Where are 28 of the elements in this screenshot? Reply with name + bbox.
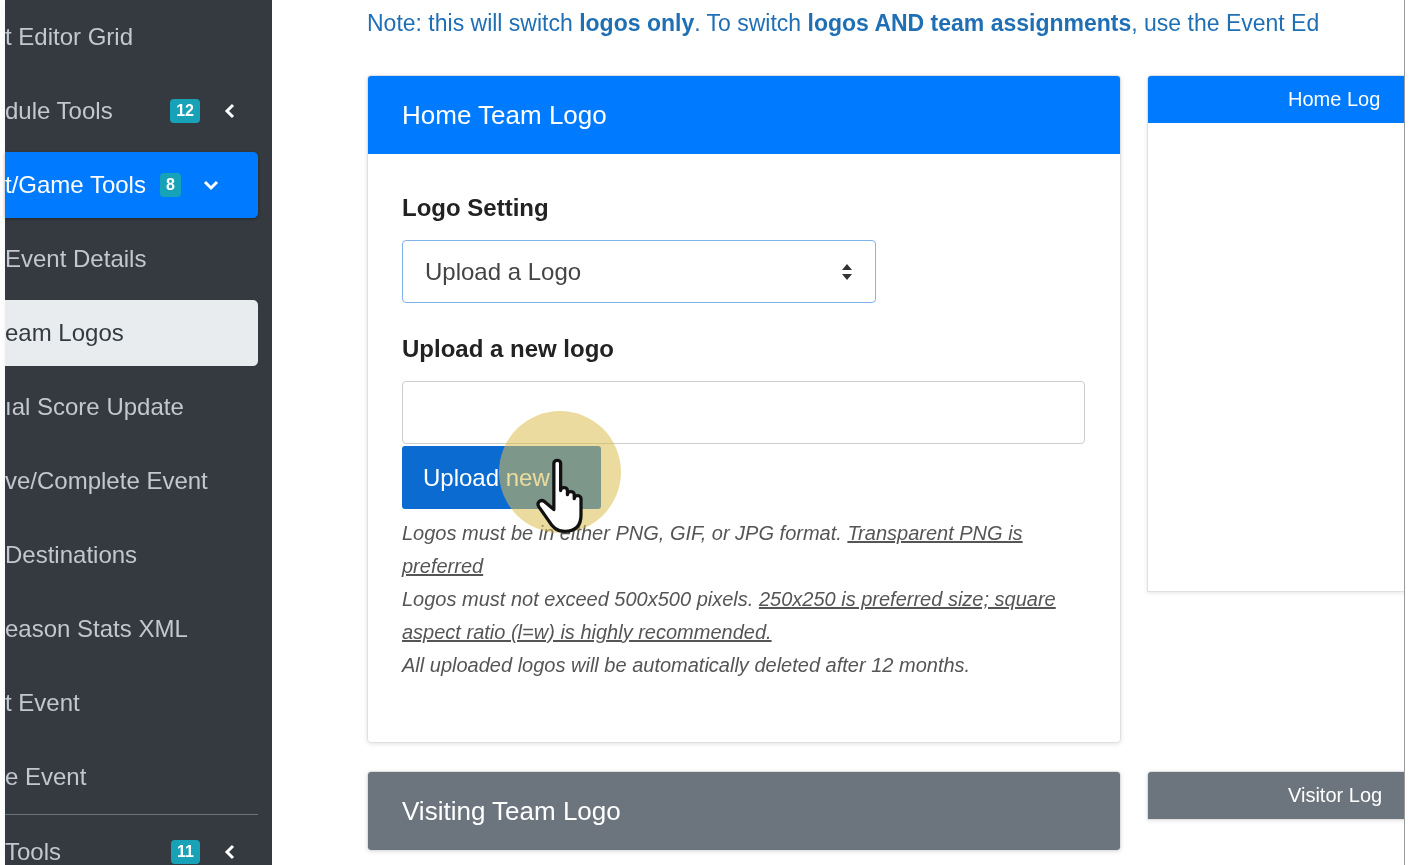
sidebar-item[interactable]: dule Tools 12 — [5, 78, 258, 144]
logo-setting-select[interactable]: Upload a Logo — [402, 240, 876, 303]
field-label: Upload a new logo — [402, 335, 615, 363]
sidebar-item[interactable]: e Event — [5, 744, 258, 810]
card-title: Home Team Logo — [402, 99, 607, 131]
note-text: Note: this will switch logos only. To switch logos AND team assignments, use the Event Ed — [367, 10, 1321, 37]
help-text: Logos must not exceed 500x500 pixels. 250x250 is preferred size; square aspect ratio (l=w) is highly recommended. — [402, 587, 1057, 645]
sidebar-item[interactable]: t Event — [5, 670, 258, 736]
file-input-field[interactable] — [402, 381, 1085, 444]
sidebar-item[interactable]: Destinations — [5, 522, 258, 588]
sidebar-item[interactable]: ıal Score Update — [5, 374, 258, 440]
upload-button[interactable]: Upload new — [402, 446, 601, 509]
sidebar-item[interactable]: eason Stats XML — [5, 596, 258, 662]
count-badge: 12 — [170, 99, 200, 123]
sort-arrows-icon — [841, 262, 853, 281]
sidebar-item[interactable]: eam Logos — [5, 300, 258, 366]
card-title: Visiting Team Logo — [402, 795, 621, 827]
field-label: Logo Setting — [402, 194, 550, 222]
sidebar-item[interactable]: Tools 11 — [5, 819, 258, 865]
help-text: All uploaded logos will be automatically deleted after 12 months. — [402, 653, 972, 678]
sidebar-item[interactable]: Event Details — [5, 226, 258, 292]
count-badge: 8 — [159, 173, 181, 197]
card-title: Home Log — [1288, 88, 1381, 111]
card-title: Visitor Log — [1288, 784, 1383, 807]
sidebar-item[interactable]: ve/Complete Event — [5, 448, 258, 514]
sidebar-item[interactable]: t Editor Grid — [5, 4, 258, 70]
count-badge: 11 — [171, 840, 200, 864]
sidebar-item[interactable]: t/Game Tools 8 — [5, 152, 258, 218]
